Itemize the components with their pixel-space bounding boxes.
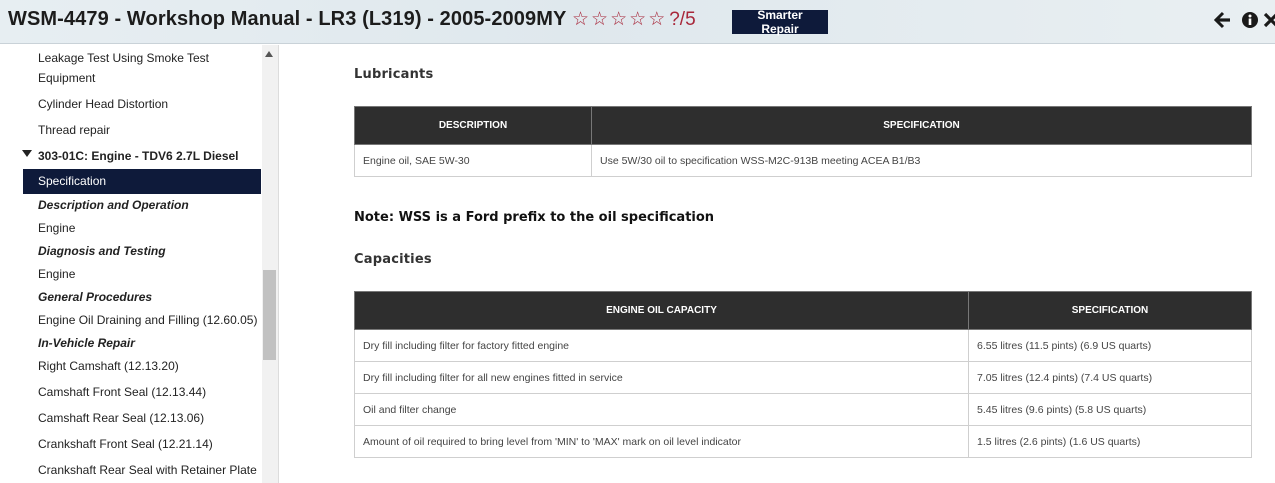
sidebar-item-camshaft-rear-seal[interactable]: Camshaft Rear Seal (12.13.06) — [38, 408, 263, 428]
table-cell: 5.45 litres (9.6 pints) (5.8 US quarts) — [968, 393, 1252, 426]
table-cell: Amount of oil required to bring level fr… — [354, 425, 969, 458]
sidebar-item-right-camshaft[interactable]: Right Camshaft (12.13.20) — [38, 356, 263, 376]
sidebar-scrollbar[interactable] — [262, 45, 278, 483]
star-5-icon[interactable]: ☆ — [648, 8, 667, 31]
table-cell: Dry fill including filter for all new en… — [354, 361, 969, 394]
star-2-icon[interactable]: ☆ — [591, 8, 610, 31]
table-cell: 7.05 litres (12.4 pints) (7.4 US quarts) — [968, 361, 1252, 394]
table-cell: Use 5W/30 oil to specification WSS-M2C-9… — [591, 144, 1252, 177]
sidebar-item-engine-diagnosis[interactable]: Engine — [38, 264, 263, 284]
content-area: Lubricants DESCRIPTION SPECIFICATION Eng… — [279, 45, 1275, 483]
sidebar-item-cylinder-head-distortion[interactable]: Cylinder Head Distortion — [38, 94, 263, 114]
sidebar-nav: Leakage Test Using Smoke Test Equipment … — [0, 45, 279, 483]
scrollbar-thumb[interactable] — [263, 270, 276, 360]
table-cell: Oil and filter change — [354, 393, 969, 426]
table-header-row: DESCRIPTION SPECIFICATION — [354, 106, 1252, 145]
sidebar-section-general-procedures: General Procedures — [38, 290, 153, 304]
smarter-repair-button[interactable]: Smarter Repair — [732, 8, 828, 36]
table-cell: 6.55 litres (11.5 pints) (6.9 US quarts) — [968, 329, 1252, 362]
star-3-icon[interactable]: ☆ — [610, 8, 629, 31]
manual-title: WSM-4479 - Workshop Manual - LR3 (L319) … — [8, 8, 567, 30]
table-cell: 1.5 litres (2.6 pints) (1.6 US quarts) — [968, 425, 1252, 458]
sidebar-section-description-operation: Description and Operation — [38, 198, 189, 212]
caret-down-icon[interactable] — [22, 150, 32, 157]
table-row: Oil and filter change 5.45 litres (9.6 p… — [354, 393, 1252, 426]
column-header-engine-oil-capacity: ENGINE OIL CAPACITY — [354, 291, 969, 330]
scroll-up-arrow-icon[interactable] — [265, 51, 273, 57]
capacities-table: ENGINE OIL CAPACITY SPECIFICATION Dry fi… — [354, 291, 1252, 458]
capacities-heading: Capacities — [354, 252, 432, 267]
table-row: Dry fill including filter for all new en… — [354, 361, 1252, 394]
table-row: Dry fill including filter for factory fi… — [354, 329, 1252, 362]
column-header-specification: SPECIFICATION — [591, 106, 1252, 145]
sidebar-item-oil-draining-filling[interactable]: Engine Oil Draining and Filling (12.60.0… — [38, 310, 263, 330]
column-header-description: DESCRIPTION — [354, 106, 592, 145]
table-cell: Dry fill including filter for factory fi… — [354, 329, 969, 362]
rating-stars[interactable]: ☆☆☆☆☆ ?/5 — [572, 8, 696, 31]
column-header-specification: SPECIFICATION — [968, 291, 1252, 330]
close-icon[interactable] — [1263, 11, 1275, 29]
note-text: Note: WSS is a Ford prefix to the oil sp… — [354, 210, 715, 225]
sidebar-item-engine-description[interactable]: Engine — [38, 218, 263, 238]
sidebar-item-camshaft-front-seal[interactable]: Camshaft Front Seal (12.13.44) — [38, 382, 263, 402]
star-4-icon[interactable]: ☆ — [629, 8, 648, 31]
table-cell: Engine oil, SAE 5W-30 — [354, 144, 592, 177]
back-arrow-icon[interactable] — [1214, 11, 1232, 29]
table-row: Engine oil, SAE 5W-30 Use 5W/30 oil to s… — [354, 144, 1252, 177]
sidebar-item-crankshaft-rear-seal[interactable]: Crankshaft Rear Seal with Retainer Plate — [38, 460, 263, 480]
table-header-row: ENGINE OIL CAPACITY SPECIFICATION — [354, 291, 1252, 330]
rating-value: ?/5 — [669, 9, 696, 30]
sidebar-group-engine-tdv6[interactable]: 303-01C: Engine - TDV6 2.7L Diesel — [38, 146, 263, 166]
sidebar-item-specification[interactable]: Specification — [23, 169, 261, 194]
star-1-icon[interactable]: ☆ — [572, 8, 591, 31]
top-header: WSM-4479 - Workshop Manual - LR3 (L319) … — [0, 0, 1275, 44]
sidebar-section-diagnosis-testing: Diagnosis and Testing — [38, 244, 166, 258]
sidebar-item-leakage-test[interactable]: Leakage Test Using Smoke Test Equipment — [38, 48, 263, 88]
sidebar-item-thread-repair[interactable]: Thread repair — [38, 120, 263, 140]
lubricants-table: DESCRIPTION SPECIFICATION Engine oil, SA… — [354, 106, 1252, 177]
info-icon[interactable] — [1241, 11, 1259, 29]
table-row: Amount of oil required to bring level fr… — [354, 425, 1252, 458]
sidebar-section-in-vehicle-repair: In-Vehicle Repair — [38, 336, 135, 350]
lubricants-heading: Lubricants — [354, 67, 434, 82]
sidebar-item-crankshaft-front-seal[interactable]: Crankshaft Front Seal (12.21.14) — [38, 434, 263, 454]
